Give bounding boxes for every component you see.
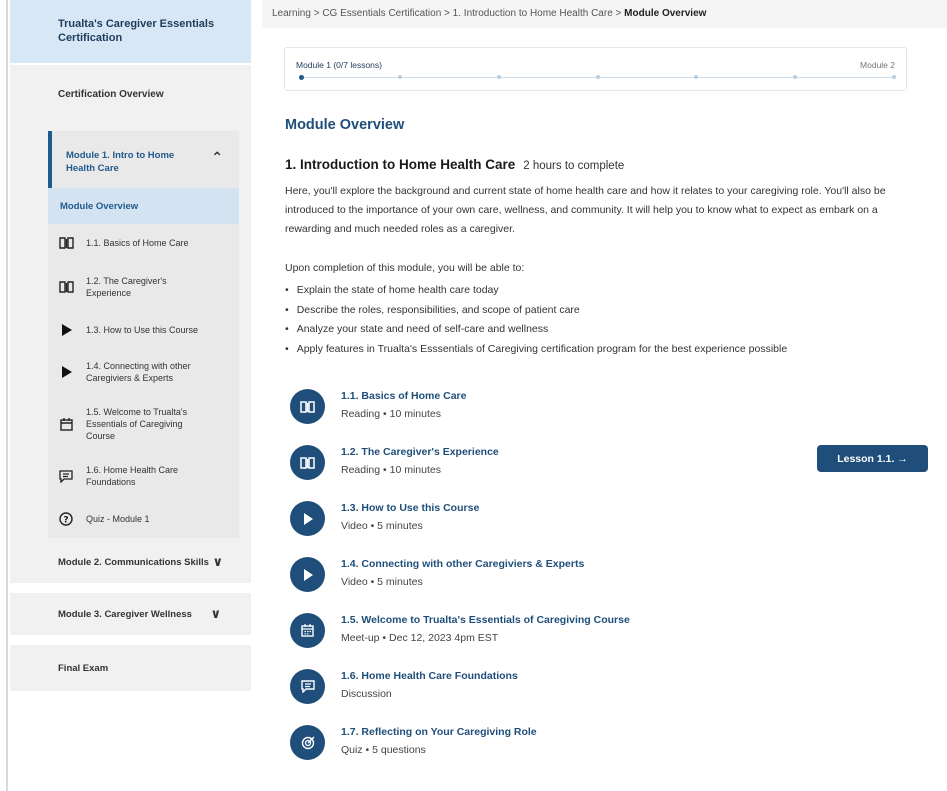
lesson-title[interactable]: 1.4. Connecting with other Caregiviers &…: [341, 558, 584, 570]
book-icon: [290, 445, 325, 480]
module-title-text: 1. Introduction to Home Health Care: [285, 157, 516, 172]
sidebar-item-lesson-1-1[interactable]: 1.1. Basics of Home Care: [48, 224, 239, 262]
target-icon: [290, 725, 325, 760]
chevron-up-icon: ⌃: [211, 149, 223, 165]
play-icon: [290, 557, 325, 592]
breadcrumb-separator: >: [444, 8, 450, 19]
sidebar-module-3[interactable]: Module 3. Caregiver Wellness ∨: [10, 593, 251, 635]
sidebar-module-2-label: Module 2. Communications Skills: [58, 556, 209, 568]
progress-step-dot: [496, 75, 501, 79]
lesson-item-1-3[interactable]: 1.3. How to Use this Course Video • 5 mi…: [290, 498, 790, 544]
question-icon: ?: [58, 512, 74, 526]
progress-step-dot: [892, 75, 896, 79]
chat-icon: [290, 669, 325, 704]
breadcrumb-learning[interactable]: Learning: [272, 8, 311, 19]
lesson-meta: Video • 5 minutes: [341, 576, 423, 588]
module-progress: Module 1 (0/7 lessons) Module 2: [284, 47, 907, 91]
chevron-down-icon: ∨: [212, 554, 223, 569]
sidebar-module-1: Module 1. Intro to Home Health Care ⌃ Mo…: [48, 131, 239, 538]
lesson-title[interactable]: 1.7. Reflecting on Your Caregiving Role: [341, 726, 537, 738]
play-icon: [58, 324, 74, 336]
module-duration: 2 hours to complete: [523, 160, 625, 172]
sidebar-item-final-exam[interactable]: Final Exam: [10, 645, 251, 691]
progress-step-dot: [397, 75, 402, 79]
lesson-meta: Discussion: [341, 688, 392, 700]
sidebar-item-lesson-1-3[interactable]: 1.3. How to Use this Course: [48, 312, 239, 348]
sidebar: Trualta's Caregiver Essentials Certifica…: [10, 0, 251, 791]
breadcrumb-separator: >: [313, 8, 320, 19]
sidebar-item-certification-overview[interactable]: Certification Overview: [10, 65, 251, 123]
progress-step-dot: [694, 75, 699, 79]
breadcrumb-separator: >: [615, 8, 622, 19]
progress-step-dot: [299, 75, 304, 80]
progress-step-dot: [793, 75, 798, 79]
breadcrumb-current: Module Overview: [624, 8, 707, 19]
book-icon: [58, 237, 74, 249]
sidebar-item-label: 1.3. How to Use this Course: [86, 325, 199, 335]
lesson-meta: Video • 5 minutes: [341, 520, 423, 532]
progress-next-module[interactable]: Module 2: [860, 60, 895, 70]
book-icon: [58, 281, 74, 293]
lesson-title[interactable]: 1.2. The Caregiver's Experience: [341, 446, 499, 458]
start-lesson-button[interactable]: Lesson 1.1. →: [817, 445, 928, 472]
sidebar-item-label: 1.5. Welcome to Trualta's Essentials of …: [86, 407, 188, 441]
lesson-title[interactable]: 1.3. How to Use this Course: [341, 502, 479, 514]
progress-label: Module 1 (0/7 lessons): [296, 60, 382, 70]
objective-item: Analyze your state and need of self-care…: [285, 320, 787, 340]
module-title: 1. Introduction to Home Health Care 2 hou…: [285, 157, 624, 172]
sidebar-module-1-label: Module 1. Intro to Home Health Care: [66, 150, 175, 174]
lesson-item-1-7[interactable]: 1.7. Reflecting on Your Caregiving Role …: [290, 722, 790, 768]
sidebar-item-label: 1.1. Basics of Home Care: [86, 238, 189, 248]
sidebar-item-lesson-1-2[interactable]: 1.2. The Caregiver's Experience: [48, 262, 239, 312]
sidebar-item-quiz-module-1[interactable]: ? Quiz - Module 1: [48, 500, 239, 538]
sidebar-module-3-label: Module 3. Caregiver Wellness: [58, 608, 192, 620]
sidebar-final-exam-label: Final Exam: [58, 662, 109, 674]
sidebar-item-label: 1.2. The Caregiver's Experience: [86, 276, 167, 298]
lesson-meta: Reading • 10 minutes: [341, 408, 441, 420]
lesson-meta: Meet-up • Dec 12, 2023 4pm EST: [341, 632, 499, 644]
lesson-title[interactable]: 1.5. Welcome to Trualta's Essentials of …: [341, 614, 630, 626]
objective-item: Explain the state of home health care to…: [285, 281, 787, 301]
sidebar-item-lesson-1-5[interactable]: 1.5. Welcome to Trualta's Essentials of …: [48, 396, 239, 452]
breadcrumb-module[interactable]: 1. Introduction to Home Health Care: [453, 8, 613, 19]
module-description: Here, you'll explore the background and …: [285, 185, 886, 235]
lesson-meta: Quiz • 5 questions: [341, 744, 426, 756]
sidebar-item-lesson-1-4[interactable]: 1.4. Connecting with other Caregiviers &…: [48, 348, 239, 396]
sidebar-item-label: Quiz - Module 1: [86, 514, 150, 524]
sidebar-module-1-header[interactable]: Module 1. Intro to Home Health Care ⌃: [48, 131, 239, 188]
sidebar-module-2[interactable]: Module 2. Communications Skills ∨: [10, 541, 251, 583]
lesson-item-1-5[interactable]: 1.5. Welcome to Trualta's Essentials of …: [290, 610, 790, 656]
lesson-meta: Reading • 10 minutes: [341, 464, 441, 476]
progress-step-dot: [595, 75, 600, 79]
sidebar-item-label: 1.4. Connecting with other Caregiviers &…: [86, 361, 191, 383]
sidebar-item-module-overview[interactable]: Module Overview: [48, 188, 239, 224]
sidebar-item-lesson-1-6[interactable]: 1.6. Home Health Care Foundations: [48, 452, 239, 500]
play-icon: [58, 366, 74, 378]
calendar-icon: [290, 613, 325, 648]
lesson-item-1-6[interactable]: 1.6. Home Health Care Foundations Discus…: [290, 666, 790, 712]
breadcrumb: Learning > CG Essentials Certification >…: [262, 0, 947, 28]
play-icon: [290, 501, 325, 536]
lesson-item-1-2[interactable]: 1.2. The Caregiver's Experience Reading …: [290, 442, 790, 488]
lesson-title[interactable]: 1.1. Basics of Home Care: [341, 390, 466, 402]
objectives-list: Explain the state of home health care to…: [285, 281, 788, 360]
chevron-down-icon: ∨: [210, 606, 221, 621]
objective-item: Describe the roles, responsibilities, an…: [285, 301, 787, 321]
calendar-icon: [58, 417, 74, 431]
left-edge-rule: [6, 0, 8, 791]
breadcrumb-certification[interactable]: CG Essentials Certification: [322, 8, 441, 19]
svg-text:?: ?: [63, 516, 68, 526]
chat-icon: [58, 469, 74, 483]
lesson-item-1-1[interactable]: 1.1. Basics of Home Care Reading • 10 mi…: [290, 386, 790, 432]
book-icon: [290, 389, 325, 424]
lesson-title[interactable]: 1.6. Home Health Care Foundations: [341, 670, 518, 682]
sidebar-item-label: 1.6. Home Health Care Foundations: [86, 465, 179, 487]
objective-item: Apply features in Trualta's Esssentials …: [285, 340, 788, 360]
lesson-item-1-4[interactable]: 1.4. Connecting with other Caregiviers &…: [290, 554, 790, 600]
objectives-intro: Upon completion of this module, you will…: [285, 262, 525, 274]
page-title: Module Overview: [285, 117, 405, 133]
sidebar-title[interactable]: Trualta's Caregiver Essentials Certifica…: [10, 0, 251, 63]
